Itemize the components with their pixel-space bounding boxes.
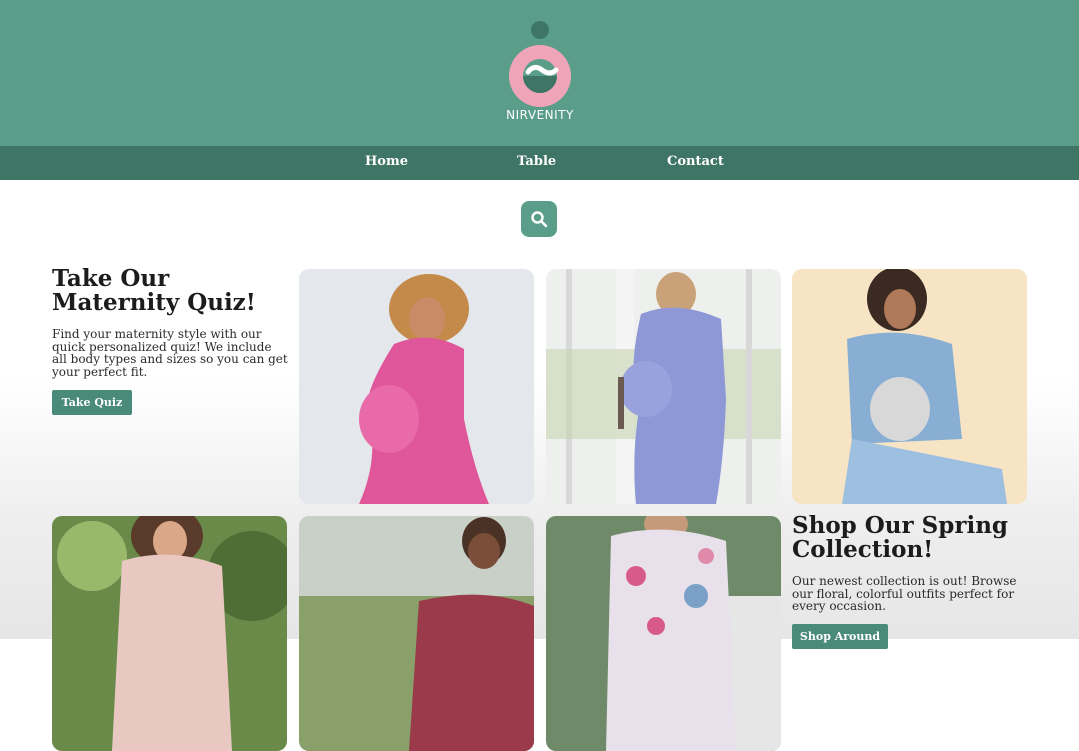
nav-contact[interactable]: Contact [667,154,724,169]
quiz-description: Find your maternity style with our quick… [52,327,288,379]
product-image-blue-dress[interactable] [546,269,781,504]
brand-name: NIRVENITY [506,108,574,122]
take-quiz-button[interactable]: Take Quiz [52,390,132,415]
nav-home[interactable]: Home [365,154,408,169]
product-image-maroon-dress[interactable] [299,516,534,751]
main-nav: Home Table Contact [0,146,1079,180]
spring-collection-title: Shop Our Spring Collection! [792,512,1008,563]
spring-collection-description: Our newest collection is out! Browse our… [792,574,1017,613]
search-button[interactable] [521,201,557,237]
product-image-denim-jacket[interactable] [792,269,1027,504]
brand-logo[interactable]: NIRVENITY [500,18,580,126]
product-image-pink-dress[interactable] [299,269,534,504]
product-image-blush-top[interactable] [52,516,287,751]
shop-around-button[interactable]: Shop Around [792,624,888,649]
site-header: NIRVENITY [0,0,1079,146]
product-image-floral-dress[interactable] [546,516,781,751]
search-icon [531,211,548,228]
nav-table[interactable]: Table [517,154,556,169]
brand-logo-mark [509,21,571,107]
quiz-title: Take Our Maternity Quiz! [52,265,256,316]
